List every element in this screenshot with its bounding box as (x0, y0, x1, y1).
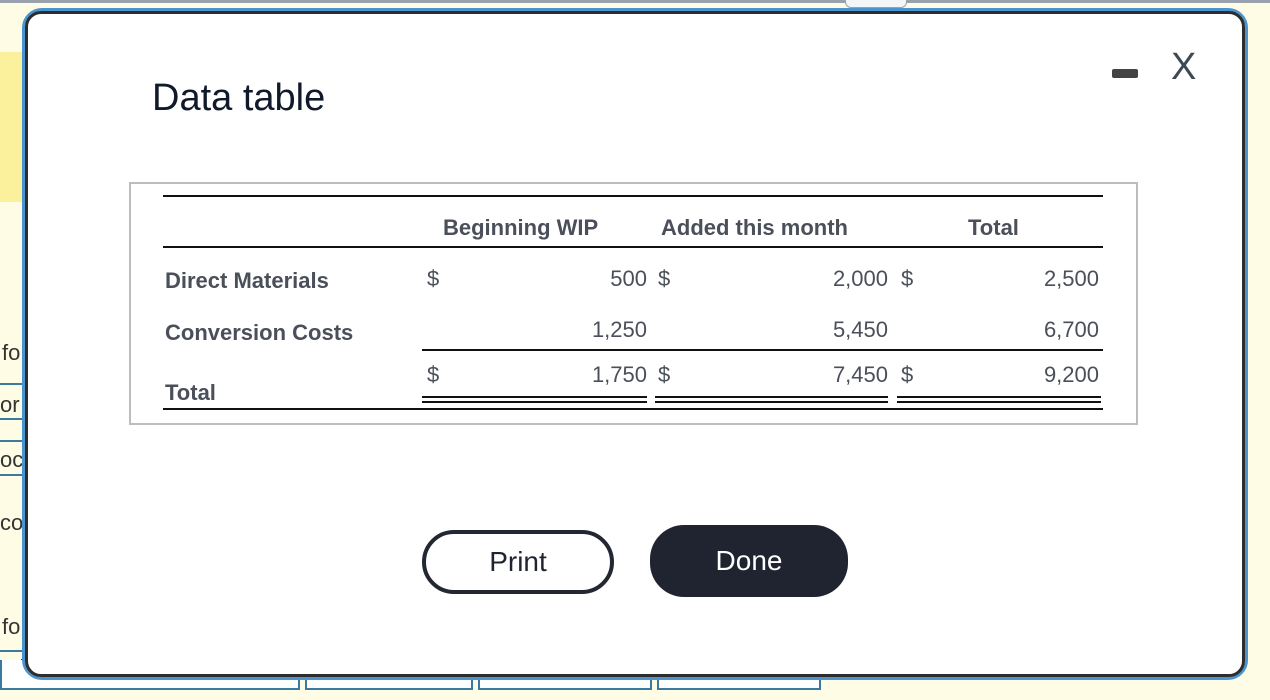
background-text: oc (0, 447, 24, 472)
double-rule (422, 401, 647, 403)
column-header: Added this month (661, 215, 848, 240)
cell-value: 6,700 (1043, 317, 1099, 342)
cell-value: 9,200 (1043, 362, 1099, 387)
top-border (0, 0, 1270, 3)
column-header: Beginning WIP (443, 215, 599, 240)
table-top-rule (163, 195, 1103, 197)
cell-value: 7,450 (832, 362, 888, 387)
row-label: Conversion Costs (165, 320, 354, 345)
data-table-dialog: Data table X Beginning WIP Added this mo… (22, 8, 1248, 680)
double-rule (897, 401, 1101, 403)
currency-symbol: $ (901, 266, 914, 291)
background-text: co (0, 510, 24, 535)
cell-value: 2,500 (1043, 266, 1099, 291)
table-bottom-rule (163, 408, 1103, 410)
drag-handle[interactable]: ••• (845, 0, 907, 8)
currency-symbol: $ (427, 362, 440, 387)
cell-value: 2,000 (832, 266, 888, 291)
column-header: Total (968, 215, 1019, 240)
currency-symbol: $ (658, 362, 671, 387)
cell-value: 1,250 (591, 317, 647, 342)
background-text: fo (2, 340, 21, 365)
double-rule (655, 396, 888, 398)
row-label: Direct Materials (165, 268, 329, 293)
minimize-icon[interactable] (1112, 69, 1138, 78)
dialog-title: Data table (152, 77, 326, 119)
cell-value: 5,450 (832, 317, 888, 342)
done-button[interactable]: Done (650, 525, 848, 597)
double-rule (422, 396, 647, 398)
background-text: fo (2, 614, 21, 639)
cell-value: 500 (610, 266, 647, 291)
currency-symbol: $ (658, 266, 671, 291)
close-icon[interactable]: X (1171, 47, 1196, 87)
currency-symbol: $ (427, 266, 440, 291)
row-label: Total (165, 380, 216, 405)
double-rule (897, 396, 1101, 398)
header-rule (163, 246, 1103, 248)
print-button[interactable]: Print (422, 530, 614, 594)
cell-value: 1,750 (591, 362, 647, 387)
data-table: Beginning WIP Added this month Total Dir… (129, 182, 1138, 425)
currency-symbol: $ (901, 362, 914, 387)
background-text: or (0, 392, 20, 417)
double-rule (655, 401, 888, 403)
subtotal-rule (422, 349, 1103, 351)
